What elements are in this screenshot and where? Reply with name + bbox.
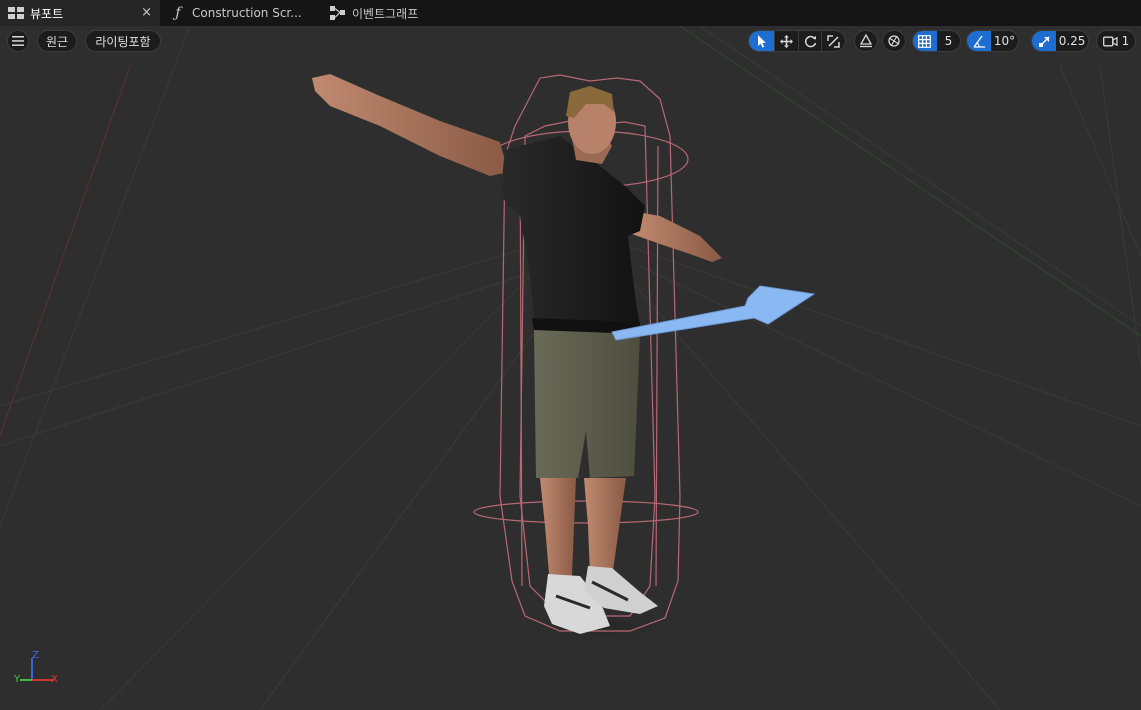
- scale-snap-value: 0.25: [1058, 34, 1086, 48]
- world-space-icon: [888, 35, 900, 47]
- axis-y-label: Y: [14, 674, 21, 685]
- grid-icon: [918, 34, 932, 48]
- scale-snap-value-dropdown[interactable]: 0.25: [1056, 31, 1088, 51]
- tab-label: 이벤트그래프: [352, 6, 419, 21]
- rotation-snap-group: 10°: [966, 30, 1019, 52]
- rotation-snap-value-dropdown[interactable]: 10°: [991, 31, 1018, 51]
- lighting-mode-label: 라이팅포함: [95, 34, 151, 49]
- scale-icon: [827, 34, 840, 48]
- tab-event-graph[interactable]: 이벤트그래프: [322, 0, 482, 26]
- axis-x-label: X: [51, 674, 58, 685]
- close-icon[interactable]: ×: [141, 5, 152, 20]
- tab-label: 뷰포트: [30, 6, 64, 21]
- surface-snap-button[interactable]: [854, 30, 878, 52]
- grid-snap-toggle[interactable]: [913, 31, 937, 51]
- tab-construction-script[interactable]: ƒ Construction Scr...: [162, 0, 322, 26]
- character-mesh[interactable]: [312, 74, 722, 634]
- lighting-mode-button[interactable]: 라이팅포함: [85, 30, 161, 52]
- rotation-snap-toggle[interactable]: [967, 31, 992, 51]
- tab-bar: 뷰포트 × ƒ Construction Scr... 이벤트그래프: [0, 0, 1141, 26]
- move-icon: [780, 34, 794, 48]
- grid-snap-value: 5: [944, 34, 953, 48]
- view-mode-label: 원근: [45, 34, 69, 49]
- view-mode-button[interactable]: 원근: [37, 30, 77, 52]
- axis-widget: Z Y X: [10, 650, 70, 700]
- grid-snap-group: 5: [912, 30, 961, 52]
- x-axis-line: [0, 65, 131, 437]
- graph-icon: [330, 5, 346, 21]
- scale-snap-toggle[interactable]: [1032, 31, 1057, 51]
- tab-viewport[interactable]: 뷰포트 ×: [0, 0, 160, 26]
- select-mode-button[interactable]: [749, 31, 775, 51]
- viewport[interactable]: 원근 라이팅포함 5 10° 0.25 1 Z Y X: [0, 26, 1141, 710]
- function-icon: ƒ: [175, 5, 181, 21]
- transform-space-button[interactable]: [882, 30, 906, 52]
- rotate-icon: [804, 35, 816, 47]
- camera-speed-button[interactable]: 1: [1096, 30, 1136, 52]
- axis-z-label: Z: [32, 650, 39, 661]
- scale-mode-button[interactable]: [821, 31, 845, 51]
- camera-speed-value: 1: [1121, 34, 1130, 48]
- y-axis-line: [679, 26, 1141, 337]
- surface-snap-icon: [859, 34, 873, 48]
- scale-snap-group: 0.25: [1031, 30, 1089, 52]
- rotate-mode-button[interactable]: [797, 31, 822, 51]
- translate-mode-button[interactable]: [774, 31, 798, 51]
- viewport-menu-button[interactable]: [7, 30, 29, 52]
- viewport-scene[interactable]: [0, 26, 1141, 710]
- transform-tools-group: [748, 30, 846, 52]
- hamburger-icon: [12, 36, 24, 46]
- rotation-snap-value: 10°: [993, 34, 1016, 48]
- grid-snap-value-dropdown[interactable]: 5: [937, 31, 960, 51]
- scale-snap-icon: [1038, 35, 1050, 47]
- angle-icon: [973, 35, 985, 48]
- camera-icon: [1102, 36, 1118, 46]
- cursor-arrow-icon: [757, 34, 766, 48]
- tab-label: Construction Scr...: [192, 6, 302, 20]
- viewport-icon: [8, 5, 24, 21]
